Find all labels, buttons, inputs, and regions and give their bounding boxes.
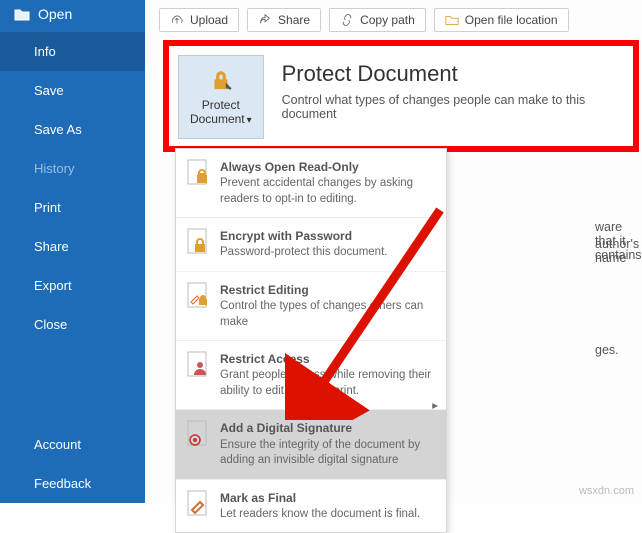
dd-title: Always Open Read-Only [220,159,436,175]
folder-icon [445,13,459,27]
share-icon [258,13,272,27]
sidebar-open[interactable]: Open [0,0,145,32]
openloc-button[interactable]: Open file location [434,8,569,32]
dd-restrict-edit[interactable]: Restrict EditingControl the types of cha… [176,272,446,341]
sidebar-item-export[interactable]: Export [0,266,145,305]
share-button[interactable]: Share [247,8,321,32]
dd-restrict-access[interactable]: Restrict AccessGrant people access while… [176,341,446,410]
sidebar-item-info[interactable]: Info [0,32,145,71]
copypath-label: Copy path [360,13,415,27]
sidebar-item-print[interactable]: Print [0,188,145,227]
watermark: wsxdn.com [579,485,634,497]
sidebar-item-close[interactable]: Close [0,305,145,344]
dd-title: Mark as Final [220,490,420,506]
sidebar-item-feedback[interactable]: Feedback [0,464,145,503]
restrict-access-icon [186,351,210,379]
share-label: Share [278,13,310,27]
protect-document-button[interactable]: Protect Document▾ [178,55,264,139]
dd-encrypt[interactable]: Encrypt with PasswordPassword-protect th… [176,218,446,272]
chevron-down-icon: ▾ [247,115,252,126]
dd-digital-signature[interactable]: Add a Digital Signature Ensure the integr… [176,410,446,479]
dd-title: Encrypt with Password [220,228,387,244]
dd-desc: Ensure the integrity of the document by … [220,438,436,469]
dd-title: Restrict Editing [220,282,436,298]
openloc-label: Open file location [465,13,558,27]
dd-desc: Let readers know the document is final. [220,507,420,523]
copypath-button[interactable]: Copy path [329,8,426,32]
dd-desc: Password-protect this document. [220,245,387,261]
protect-section: Protect Document▾ Protect Document Contr… [178,55,642,139]
dd-desc: Control the types of changes others can … [220,299,436,330]
protect-btn-line2: Document [190,112,245,126]
sidebar-item-account[interactable]: Account [0,425,145,464]
protect-title: Protect Document [282,61,642,87]
protect-dropdown: Always Open Read-OnlyPrevent accidental … [175,148,447,533]
final-icon [186,490,210,518]
upload-label: Upload [190,13,228,27]
signature-icon [186,420,210,448]
sidebar-item-save[interactable]: Save [0,71,145,110]
bg-text-2: author's name [595,237,642,265]
upload-icon [170,13,184,27]
upload-button[interactable]: Upload [159,8,239,32]
sidebar-item-share[interactable]: Share [0,227,145,266]
restrict-edit-icon [186,282,210,310]
lock-key-icon [208,68,234,94]
dd-desc: Prevent accidental changes by asking rea… [220,176,436,207]
bg-text-3: ges. [595,343,619,357]
sidebar: Open Info Save Save As History Print Sha… [0,0,145,503]
sidebar-item-history[interactable]: History [0,149,145,188]
chevron-right-icon: ▸ [432,399,438,415]
encrypt-icon [186,228,210,256]
dd-title: Add a Digital Signature [220,420,436,436]
open-folder-icon [14,7,30,21]
dd-desc: Grant people access while removing their… [220,368,436,399]
dd-title: Restrict Access [220,351,436,367]
readonly-icon [186,159,210,187]
dd-mark-final[interactable]: Mark as FinalLet readers know the docume… [176,480,446,533]
sidebar-item-saveas[interactable]: Save As [0,110,145,149]
protect-desc: Control what types of changes people can… [282,93,642,121]
open-label: Open [38,6,72,22]
toolbar: Upload Share Copy path Open file locatio… [145,0,642,40]
link-icon [340,13,354,27]
protect-btn-line1: Protect [202,98,240,112]
dd-readonly[interactable]: Always Open Read-OnlyPrevent accidental … [176,149,446,218]
